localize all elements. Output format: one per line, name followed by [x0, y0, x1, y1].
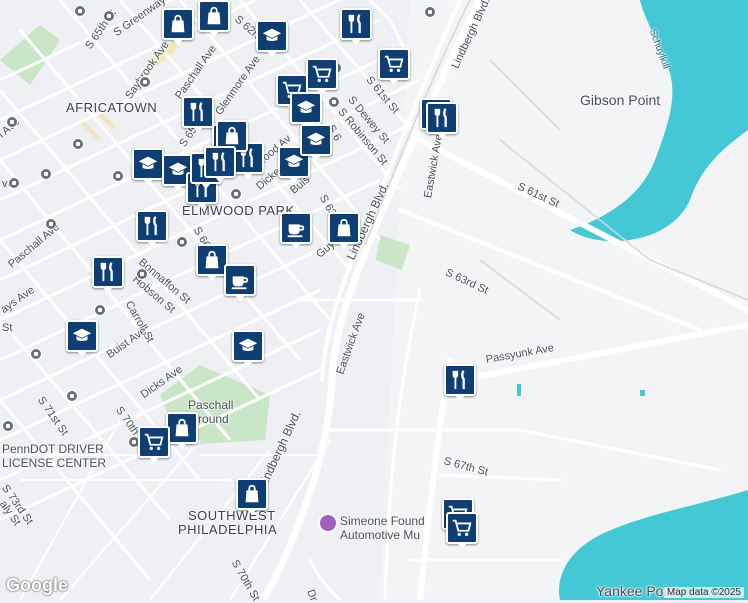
transit-stop-icon[interactable] [230, 188, 242, 200]
pond [517, 384, 521, 396]
shopping-bag-icon [201, 249, 223, 271]
transit-stop-icon[interactable] [72, 138, 84, 150]
poi-marker-restaurant[interactable] [92, 256, 124, 293]
shopping-bag-icon [221, 125, 243, 147]
poi-marker-graduation-cap[interactable] [66, 320, 98, 357]
attribution[interactable]: Map data ©2025 [663, 587, 744, 598]
poi-marker-shopping-bag[interactable] [328, 212, 360, 249]
restaurant-icon [187, 101, 209, 123]
poi-marker-coffee[interactable] [224, 264, 256, 301]
poi-marker-shopping-bag[interactable] [166, 412, 198, 449]
poi-marker-graduation-cap[interactable] [256, 20, 288, 57]
shopping-bag-icon [241, 483, 263, 505]
place-label: Paschall [188, 398, 234, 412]
pond [640, 390, 645, 396]
street-label: St [2, 322, 13, 334]
transit-stop-icon[interactable] [74, 5, 86, 17]
graduation-cap-icon [305, 129, 327, 151]
transit-stop-icon[interactable] [112, 170, 124, 182]
coffee-icon [285, 217, 307, 239]
poi-marker-restaurant[interactable] [136, 210, 168, 247]
restaurant-icon [431, 107, 453, 129]
transit-stop-icon[interactable] [424, 6, 436, 18]
place-label: LICENSE CENTER [2, 456, 107, 470]
poi-marker-shopping-cart[interactable] [446, 512, 478, 549]
poi-marker-shopping-cart[interactable] [306, 58, 338, 95]
transit-stop-icon[interactable] [103, 10, 115, 22]
poi-marker-restaurant[interactable] [204, 146, 236, 183]
transit-stop-icon[interactable] [40, 168, 52, 180]
neighborhood-label: SOUTHWEST [188, 508, 276, 523]
graduation-cap-icon [237, 335, 259, 357]
poi-marker-restaurant[interactable] [182, 96, 214, 133]
graduation-cap-icon [137, 153, 159, 175]
graduation-cap-icon [295, 97, 317, 119]
shopping-bag-icon [203, 5, 225, 27]
poi-marker-graduation-cap[interactable] [290, 92, 322, 129]
shopping-bag-icon [171, 417, 193, 439]
place-label: Simeone Found [340, 514, 425, 528]
transit-stop-icon[interactable] [2, 420, 14, 432]
restaurant-icon [141, 215, 163, 237]
poi-marker-graduation-cap[interactable] [132, 148, 164, 185]
poi-marker-restaurant[interactable] [444, 364, 476, 401]
google-logo: Google [6, 575, 68, 595]
poi-marker-shopping-cart[interactable] [378, 48, 410, 85]
poi-marker-graduation-cap[interactable] [232, 330, 264, 367]
restaurant-icon [209, 151, 231, 173]
shopping-cart-icon [143, 431, 165, 453]
transit-stop-icon[interactable] [328, 96, 340, 108]
shopping-bag-icon [333, 217, 355, 239]
transit-stop-icon[interactable] [66, 390, 78, 402]
transit-stop-icon[interactable] [30, 348, 42, 360]
place-label: Gibson Point [580, 92, 661, 108]
shopping-bag-icon [167, 13, 189, 35]
poi-marker-shopping-bag[interactable] [236, 478, 268, 515]
transit-stop-icon[interactable] [94, 304, 106, 316]
poi-marker-restaurant[interactable] [426, 102, 458, 139]
transit-stop-icon[interactable] [6, 116, 18, 128]
poi-marker-graduation-cap[interactable] [300, 124, 332, 161]
place-label: PennDOT DRIVER [2, 442, 104, 456]
transit-stop-icon[interactable] [176, 236, 188, 248]
transit-stop-icon[interactable] [45, 218, 57, 230]
poi-marker-coffee[interactable] [280, 212, 312, 249]
transit-stop-icon[interactable] [136, 268, 148, 280]
shopping-cart-icon [311, 63, 333, 85]
poi-marker-shopping-bag[interactable] [162, 8, 194, 45]
poi-marker-restaurant[interactable] [340, 8, 372, 45]
transit-stop-icon[interactable] [8, 177, 20, 189]
neighborhood-label: AFRICATOWN [66, 100, 158, 115]
museum-icon[interactable] [318, 513, 338, 533]
restaurant-icon [345, 13, 367, 35]
graduation-cap-icon [71, 325, 93, 347]
poi-marker-shopping-cart[interactable] [138, 426, 170, 463]
restaurant-icon [449, 369, 471, 391]
restaurant-icon [97, 261, 119, 283]
neighborhood-label: PHILADELPHIA [178, 522, 278, 537]
transit-stop-icon[interactable] [139, 76, 151, 88]
place-label: Automotive Mu [340, 528, 421, 542]
shopping-cart-icon [383, 53, 405, 75]
poi-marker-shopping-bag[interactable] [198, 0, 230, 37]
shopping-cart-icon [451, 517, 473, 539]
graduation-cap-icon [261, 25, 283, 47]
coffee-icon [229, 269, 251, 291]
